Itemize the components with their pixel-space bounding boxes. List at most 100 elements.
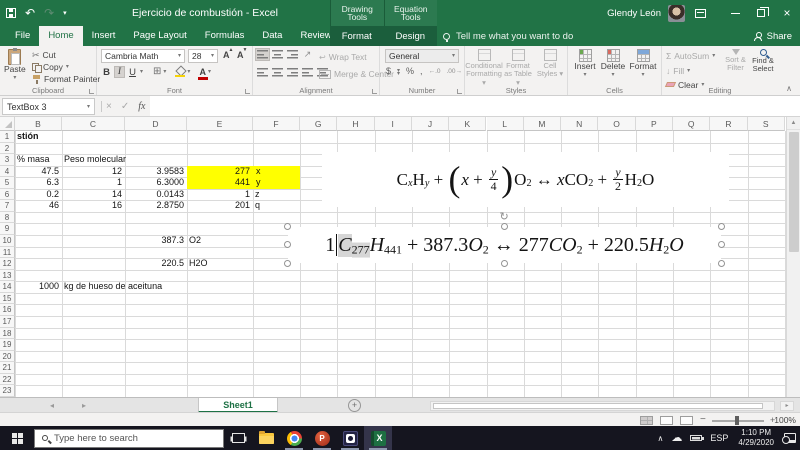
- undo-icon[interactable]: ↶: [25, 7, 35, 19]
- column-header-F[interactable]: F: [253, 117, 300, 131]
- find-select-button[interactable]: Find & Select: [750, 49, 776, 74]
- comma-style-button[interactable]: ,: [420, 66, 423, 76]
- cell-E12[interactable]: H2O: [189, 258, 208, 270]
- cell-D4[interactable]: 3.9583: [125, 166, 187, 178]
- customize-qat-icon[interactable]: ▾: [63, 10, 67, 17]
- tab-design[interactable]: Design: [384, 26, 438, 46]
- top-align-button[interactable]: [255, 48, 270, 61]
- column-header-L[interactable]: L: [486, 117, 524, 131]
- bottom-align-button[interactable]: [285, 48, 300, 61]
- cell-B1[interactable]: stión: [17, 131, 39, 143]
- alignment-dialog-launcher-icon[interactable]: [372, 89, 377, 94]
- close-button[interactable]: ×: [774, 0, 800, 26]
- row-header-23[interactable]: 23: [0, 385, 15, 397]
- orientation-icon[interactable]: ↗: [300, 48, 315, 61]
- user-name[interactable]: Glendy León: [607, 8, 661, 19]
- task-view-button[interactable]: [224, 426, 252, 450]
- vertical-scrollbar[interactable]: ▲: [786, 117, 800, 397]
- cell-E6[interactable]: 1: [187, 189, 253, 201]
- resize-handle[interactable]: [718, 223, 725, 230]
- font-size-combo[interactable]: 28 ▾: [188, 49, 218, 63]
- paste-button[interactable]: Paste ▾: [4, 48, 26, 81]
- redo-icon[interactable]: ↷: [44, 7, 54, 19]
- tab-page-layout[interactable]: Page Layout: [124, 26, 195, 46]
- column-header-N[interactable]: N: [561, 117, 599, 131]
- tab-formulas[interactable]: Formulas: [196, 26, 254, 46]
- cell-styles-button[interactable]: Cell Styles ▾: [535, 49, 565, 79]
- new-sheet-icon[interactable]: +: [348, 399, 361, 412]
- row-header-13[interactable]: 13: [0, 269, 15, 282]
- horizontal-scrollbar[interactable]: [430, 400, 775, 411]
- insert-cells-button[interactable]: Insert ▾: [572, 49, 598, 78]
- row-header-1[interactable]: 1: [0, 131, 15, 143]
- number-format-combo[interactable]: General ▾: [385, 49, 459, 63]
- next-sheet-icon[interactable]: ▸: [82, 398, 86, 413]
- share-button[interactable]: Share: [753, 26, 792, 46]
- action-center-button[interactable]: [780, 426, 800, 450]
- percent-style-button[interactable]: %: [406, 66, 414, 76]
- row-header-8[interactable]: 8: [0, 211, 15, 224]
- cell-B5[interactable]: 6.3: [15, 177, 62, 189]
- row-header-14[interactable]: 14: [0, 281, 15, 293]
- row-header-12[interactable]: 12: [0, 258, 15, 270]
- confirm-entry-icon[interactable]: ✓: [121, 101, 129, 112]
- cell-C4[interactable]: 12: [62, 166, 125, 178]
- cell-F6[interactable]: z: [255, 189, 260, 201]
- autosum-button[interactable]: Σ AutoSum ▾: [666, 49, 715, 62]
- horizontal-scroll-thumb[interactable]: [433, 402, 763, 409]
- font-family-combo[interactable]: Cambria Math ▾: [101, 49, 185, 63]
- font-color-icon[interactable]: A: [198, 67, 208, 80]
- column-header-C[interactable]: C: [62, 117, 125, 131]
- column-header-S[interactable]: S: [747, 117, 785, 131]
- row-header-19[interactable]: 19: [0, 339, 15, 351]
- name-box[interactable]: TextBox 3 ▾: [2, 98, 95, 115]
- column-header-B[interactable]: B: [15, 117, 62, 131]
- increase-decimal-icon[interactable]: ←.0: [429, 68, 441, 75]
- column-header-Q[interactable]: Q: [673, 117, 711, 131]
- cell-F5[interactable]: y: [253, 177, 300, 189]
- fill-button[interactable]: ↓ Fill ▾: [666, 64, 690, 77]
- clock[interactable]: 1:10 PM 4/29/2020: [732, 428, 780, 448]
- page-break-view-button[interactable]: [680, 415, 693, 425]
- cell-E4[interactable]: 277: [187, 165, 253, 178]
- cell-C3[interactable]: Peso molecular: [64, 154, 126, 166]
- borders-dropdown-icon[interactable]: ▾: [163, 69, 166, 75]
- previous-sheet-icon[interactable]: ◂: [50, 398, 54, 413]
- column-header-G[interactable]: G: [300, 117, 338, 131]
- grow-font-button[interactable]: A ▲: [223, 47, 234, 60]
- page-layout-view-button[interactable]: [660, 415, 673, 425]
- tab-format[interactable]: Format: [330, 26, 384, 46]
- cancel-entry-icon[interactable]: ×: [106, 101, 112, 112]
- taskbar-search-input[interactable]: Type here to search: [34, 428, 224, 448]
- column-header-H[interactable]: H: [337, 117, 375, 131]
- tab-insert[interactable]: Insert: [83, 26, 125, 46]
- row-header-2[interactable]: 2: [0, 142, 15, 155]
- cell-F7[interactable]: q: [255, 200, 260, 212]
- shrink-font-button[interactable]: A ▼: [237, 47, 248, 60]
- font-color-dropdown-icon[interactable]: ▾: [208, 69, 211, 75]
- cell-B6[interactable]: 0.2: [15, 189, 62, 201]
- camera-app-button[interactable]: [336, 426, 364, 450]
- fill-color-icon[interactable]: [175, 67, 186, 77]
- cell-C5[interactable]: 1: [62, 177, 125, 189]
- tell-me-box[interactable]: Tell me what you want to do: [443, 26, 573, 46]
- resize-handle[interactable]: [500, 260, 508, 267]
- number-dialog-launcher-icon[interactable]: [457, 89, 462, 94]
- cell-C6[interactable]: 14: [62, 189, 125, 201]
- cell-D6[interactable]: 0.0143: [125, 189, 187, 201]
- resize-handle[interactable]: [718, 241, 725, 248]
- cell-E7[interactable]: 201: [187, 200, 253, 212]
- resize-handle[interactable]: [284, 223, 291, 230]
- excel-button[interactable]: X: [364, 426, 392, 450]
- delete-cells-button[interactable]: Delete ▾: [600, 49, 626, 78]
- row-header-22[interactable]: 22: [0, 373, 15, 386]
- zoom-level[interactable]: 100%: [774, 415, 796, 425]
- language-indicator[interactable]: ESP: [706, 426, 732, 450]
- start-button[interactable]: [0, 426, 34, 450]
- cell-B3[interactable]: % masa: [17, 154, 50, 166]
- column-header-K[interactable]: K: [449, 117, 487, 131]
- user-avatar[interactable]: [668, 4, 685, 22]
- balanced-combustion-equation-textbox[interactable]: ↻ 1 C 277 H 441 + 387.3 O 2 ↔ 277 CO 2 + 220.5 H 2…: [284, 210, 725, 267]
- resize-handle[interactable]: [284, 241, 291, 248]
- hidden-icons-chevron[interactable]: ∧: [654, 426, 668, 450]
